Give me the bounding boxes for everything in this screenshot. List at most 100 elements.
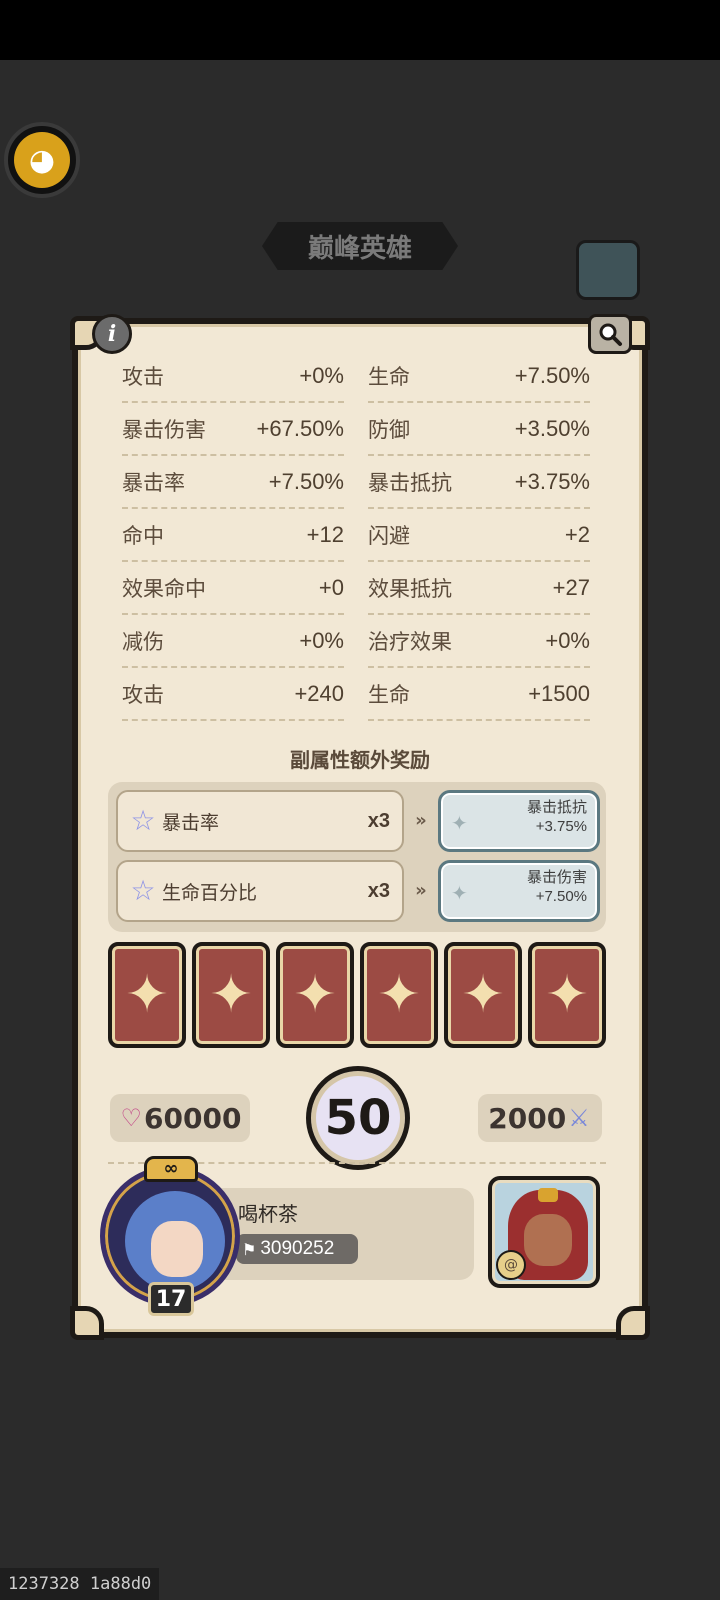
power-value: 3090252 — [260, 1238, 335, 1259]
sword-icon: ⚔ — [568, 1104, 590, 1132]
star-icon: ☆ — [130, 804, 156, 837]
star-icon: ✦ — [377, 965, 421, 1025]
bonus-box: ☆ 暴击率 x3 » ✦ 暴击抵抗 +3.75% ☆ 生命百分比 x3 » ✦ … — [108, 782, 606, 932]
bonus-reward[interactable]: ✦ 暴击伤害 +7.50% — [438, 860, 600, 922]
star-icon: ✦ — [293, 965, 337, 1025]
stat-value: +1500 — [528, 680, 590, 706]
debug-code: 1237328 1a88d0 — [0, 1568, 160, 1600]
star-icon: ☆ — [130, 874, 156, 907]
plus-icon: ✦ — [451, 811, 468, 835]
stat-value: +7.50% — [514, 362, 590, 388]
stat-row: 攻击 +240 — [122, 668, 344, 721]
stat-value: +3.75% — [514, 468, 590, 494]
stat-value: +3.50% — [514, 415, 590, 441]
robot-icon[interactable] — [576, 240, 640, 300]
hero-level-value: 17 — [155, 1286, 187, 1312]
bonus-reward-value: +7.50% — [535, 888, 587, 905]
stat-row: 效果抵抗 +27 — [368, 562, 590, 615]
level-value: 50 — [324, 1090, 392, 1146]
stat-label: 攻击 — [122, 682, 164, 707]
card-slots: ✦ ✦ ✦ ✦ ✦ ✦ — [108, 942, 606, 1054]
star-icon: ✦ — [209, 965, 253, 1025]
sword-currency: 2000 ⚔ — [478, 1094, 602, 1142]
stat-value: +12 — [306, 521, 344, 547]
stat-label: 生命 — [368, 682, 410, 707]
bonus-source[interactable]: ☆ 生命百分比 x3 — [116, 860, 404, 922]
stat-row: 减伤 +0% — [122, 615, 344, 668]
player-name: 喝杯茶 — [238, 1202, 298, 1226]
stat-label: 治疗效果 — [368, 629, 452, 654]
spiral-icon: @ — [496, 1250, 526, 1280]
bonus-label: 暴击率 — [162, 811, 220, 834]
panel-corner-decoration — [70, 1306, 104, 1340]
stat-label: 效果抵抗 — [368, 576, 452, 601]
stat-label: 减伤 — [122, 629, 164, 654]
card-slot[interactable]: ✦ — [360, 942, 438, 1048]
plus-icon: ✦ — [451, 881, 468, 905]
star-icon: ✦ — [545, 965, 589, 1025]
stat-label: 闪避 — [368, 523, 410, 548]
stat-value: +27 — [552, 574, 590, 600]
magnify-button[interactable] — [588, 314, 632, 354]
heart-currency: ♡ 60000 — [110, 1094, 250, 1142]
companion-face — [524, 1214, 572, 1266]
card-slot[interactable]: ✦ — [108, 942, 186, 1048]
star-icon: ✦ — [125, 965, 169, 1025]
stat-row: 防御+60 — [122, 721, 344, 730]
stat-label: 暴击抵抗 — [368, 470, 452, 495]
info-button[interactable]: i — [92, 314, 132, 354]
stat-label: 命中 — [122, 523, 164, 548]
double-chevron-icon: » — [415, 810, 427, 831]
hero-detail-panel: i 攻击 +0% 生命 +7.50% 暴击伤害 +67.50% 防御 +3.50% 暴击率 +7.… — [70, 314, 650, 1340]
stat-label: 效果命中 — [122, 576, 206, 601]
stat-row: 防御 +3.50% — [368, 403, 590, 456]
info-icon: i — [107, 321, 117, 347]
bonus-multiplier: x3 — [367, 809, 390, 832]
bonus-reward-name: 暴击伤害 — [526, 868, 587, 886]
power-badge: ⚑ 3090252 — [236, 1234, 358, 1264]
stat-row: 治疗效果 +0% — [368, 615, 590, 668]
card-slot[interactable]: ✦ — [444, 942, 522, 1048]
bonus-section-title: 副属性额外奖励 — [290, 748, 430, 772]
status-bar — [0, 0, 720, 60]
player-info-bar[interactable]: 喝杯茶 ⚑ 3090252 — [208, 1188, 474, 1280]
stat-label: 暴击率 — [122, 470, 185, 495]
stat-value: +0% — [545, 627, 590, 653]
bonus-reward-name: 暴击抵抗 — [526, 798, 587, 816]
double-chevron-icon: » — [415, 880, 427, 901]
level-badge: 50 — [306, 1066, 410, 1170]
heart-icon: ♡ — [120, 1104, 143, 1132]
bonus-label: 生命百分比 — [162, 881, 258, 904]
card-slot[interactable]: ✦ — [192, 942, 270, 1048]
companion-card[interactable]: @ — [488, 1176, 600, 1288]
stat-row: 暴击伤害 +67.50% — [122, 403, 344, 456]
bonus-source[interactable]: ☆ 暴击率 x3 — [116, 790, 404, 852]
stat-value: +7.50% — [268, 468, 344, 494]
duck-icon: ◕ — [14, 132, 70, 188]
magnify-icon — [599, 323, 622, 346]
stat-value: +0% — [299, 362, 344, 388]
bonus-multiplier: x3 — [367, 879, 390, 902]
heart-currency-value: 60000 — [144, 1101, 242, 1135]
bonus-reward[interactable]: ✦ 暴击抵抗 +3.75% — [438, 790, 600, 852]
stat-row: 效果命中 +0 — [122, 562, 344, 615]
card-slot[interactable]: ✦ — [528, 942, 606, 1048]
stat-row: 生命 +1500 — [368, 668, 590, 721]
stat-label: 生命 — [368, 364, 410, 389]
companion-gem — [538, 1188, 558, 1202]
bonus-row: ☆ 暴击率 x3 » ✦ 暴击抵抗 +3.75% — [116, 790, 600, 852]
power-icon: ⚑ — [242, 1239, 257, 1259]
card-slot[interactable]: ✦ — [276, 942, 354, 1048]
stat-row: 生命 +7.50% — [368, 350, 590, 403]
player-avatar-bg[interactable]: ◕ — [4, 122, 80, 198]
stat-label: 防御 — [368, 417, 410, 442]
stat-row: 命中 +12 — [122, 509, 344, 562]
star-icon: ✦ — [461, 965, 505, 1025]
stats-list[interactable]: 攻击 +0% 生命 +7.50% 暴击伤害 +67.50% 防御 +3.50% 暴击率 +7.50… — [122, 350, 598, 730]
bonus-row: ☆ 生命百分比 x3 » ✦ 暴击伤害 +7.50% — [116, 860, 600, 922]
hero-face — [151, 1221, 203, 1277]
sword-currency-value: 2000 — [488, 1101, 567, 1135]
panel-corner-decoration — [616, 1306, 650, 1340]
bonus-reward-value: +3.75% — [535, 818, 587, 835]
background-title-banner: 巅峰英雄 — [262, 222, 458, 270]
